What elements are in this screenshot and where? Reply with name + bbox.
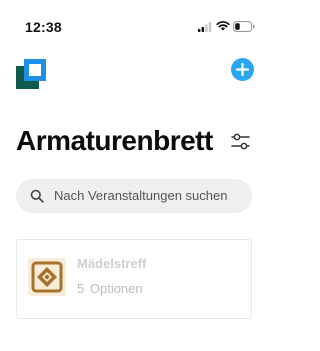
- app-logo-icon: [16, 59, 46, 89]
- event-name: Mädelstreff: [77, 256, 147, 271]
- search-input[interactable]: Nach Veranstaltungen suchen: [16, 179, 252, 213]
- cellular-signal-icon: [198, 22, 212, 32]
- event-options-label: Optionen: [89, 281, 143, 296]
- add-event-button[interactable]: [231, 58, 254, 81]
- sliders-icon[interactable]: [231, 133, 250, 151]
- search-icon: [30, 189, 44, 203]
- wifi-icon: [216, 21, 230, 31]
- event-options: 5 Optionen: [77, 281, 143, 296]
- status-time: 12:38: [25, 19, 62, 35]
- battery-icon: [233, 21, 255, 32]
- event-card[interactable]: Mädelstreff 5 Optionen: [16, 239, 252, 319]
- status-bar: 12:38: [0, 0, 268, 50]
- search-placeholder: Nach Veranstaltungen suchen: [54, 188, 228, 203]
- event-options-count: 5: [77, 281, 85, 296]
- event-thumbnail-icon: [28, 258, 66, 296]
- page-title: Armaturenbrett: [16, 125, 213, 156]
- plus-icon: [235, 62, 250, 77]
